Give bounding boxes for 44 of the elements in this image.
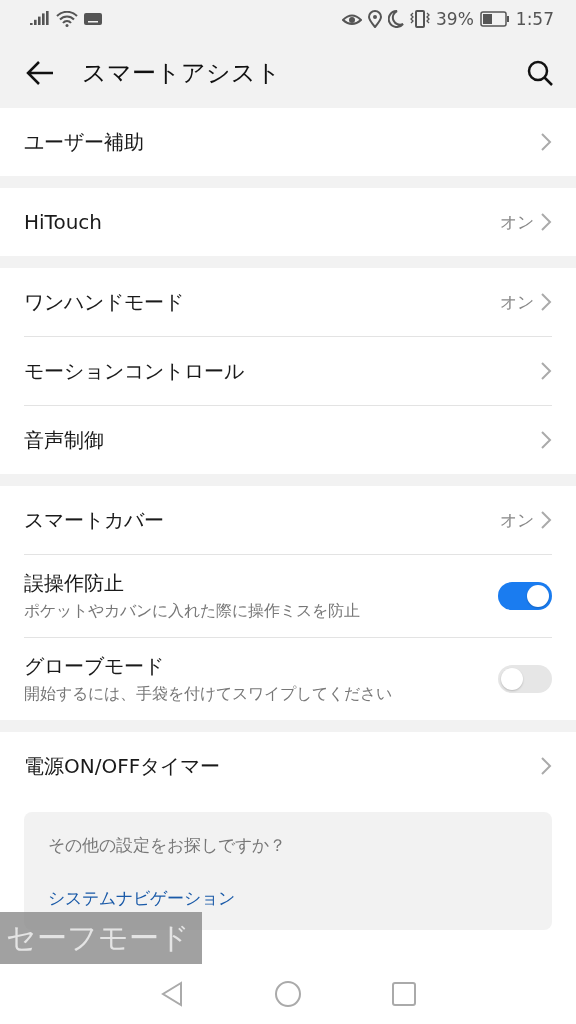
item-label: ユーザー補助	[24, 128, 145, 156]
wifi-icon	[56, 11, 78, 27]
settings-item[interactable]: モーションコントロール	[0, 337, 576, 405]
item-label: HiTouch	[24, 210, 103, 234]
settings-item[interactable]: HiTouch オン	[0, 188, 576, 256]
clock-time: 1:57	[515, 9, 554, 29]
keyboard-icon	[84, 13, 102, 25]
item-value: オン	[500, 508, 534, 532]
location-icon	[368, 10, 382, 28]
settings-item[interactable]: 音声制御	[0, 406, 576, 474]
chevron-right-icon	[540, 430, 552, 450]
moon-icon	[388, 10, 404, 28]
item-value: オン	[500, 210, 534, 234]
page-title: スマートアシスト	[82, 58, 282, 89]
item-value: オン	[500, 290, 534, 314]
chevron-right-icon	[540, 212, 552, 232]
item-label: グローブモード	[24, 653, 165, 680]
vibrate-icon	[410, 10, 430, 28]
settings-item[interactable]: ユーザー補助	[0, 108, 576, 176]
toggle-switch[interactable]	[498, 582, 552, 610]
chevron-right-icon	[540, 292, 552, 312]
safe-mode-indicator: セーフモード	[0, 912, 202, 964]
system-navigation-link[interactable]: システムナビゲーション	[48, 887, 528, 910]
item-label: モーションコントロール	[24, 357, 245, 385]
battery-percentage: 39%	[436, 9, 474, 29]
home-nav-button[interactable]	[272, 978, 304, 1010]
item-label: ワンハンドモード	[24, 288, 185, 316]
settings-item[interactable]: 電源ON/OFFタイマー	[0, 732, 576, 800]
item-label: 音声制御	[24, 426, 105, 454]
signal-icon	[30, 11, 50, 27]
suggestion-question: その他の設定をお探しですか？	[48, 834, 287, 857]
item-description: ポケットやカバンに入れた際に操作ミスを防止	[24, 601, 361, 622]
settings-item[interactable]: ワンハンドモード オン	[0, 268, 576, 336]
settings-item[interactable]: スマートカバー オン	[0, 486, 576, 554]
battery-icon	[479, 11, 510, 27]
item-label: 誤操作防止	[24, 570, 125, 597]
chevron-right-icon	[540, 510, 552, 530]
toggle-switch[interactable]	[498, 665, 552, 693]
chevron-right-icon	[540, 756, 552, 776]
chevron-right-icon	[540, 132, 552, 152]
item-description: 開始するには、手袋を付けてスワイプしてください	[24, 684, 393, 705]
chevron-right-icon	[540, 361, 552, 381]
item-label: 電源ON/OFFタイマー	[24, 752, 222, 780]
item-label: スマートカバー	[24, 506, 165, 534]
